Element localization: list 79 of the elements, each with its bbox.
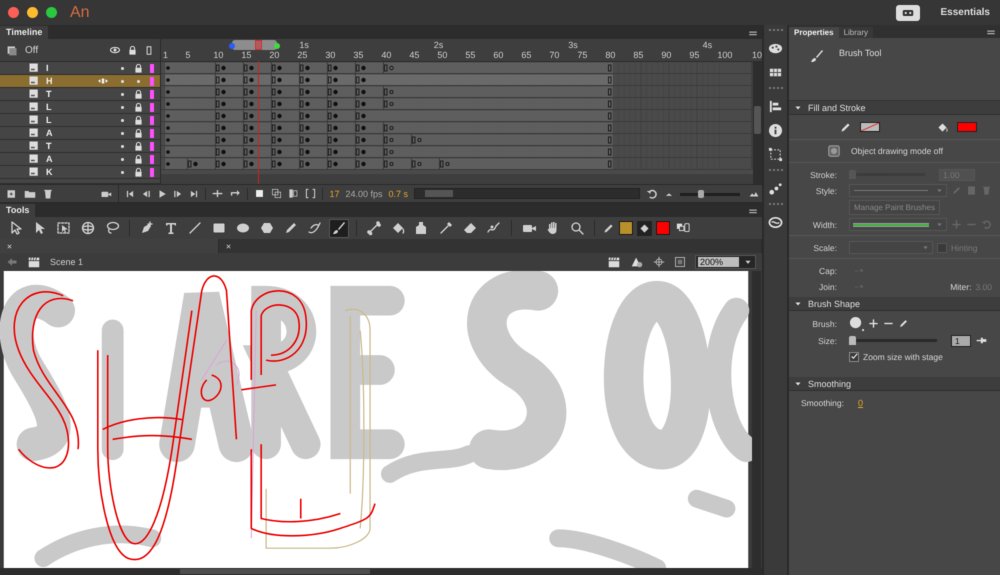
scale-label: Scale: xyxy=(812,242,837,252)
frame-number: 25 xyxy=(297,50,308,60)
smoothing-label: Smoothing: xyxy=(801,398,844,408)
layer-row[interactable]: I xyxy=(0,62,160,75)
frame-number: 90 xyxy=(661,50,672,60)
frame-number: 5 xyxy=(185,50,190,60)
frame-number: 60 xyxy=(493,50,504,60)
frame-number: 30 xyxy=(325,50,336,60)
stroke-label: Stroke: xyxy=(809,170,837,180)
zoom-size-label: Zoom size with stage xyxy=(863,352,943,362)
scene-name[interactable]: Scene 1 xyxy=(50,257,84,267)
current-frame[interactable]: 17 xyxy=(329,188,340,198)
frame-number: 65 xyxy=(521,50,532,60)
layer-row[interactable]: T xyxy=(0,88,160,101)
onion-skin-mode[interactable]: Off xyxy=(25,44,38,56)
object-drawing-label[interactable]: Object drawing mode off xyxy=(851,146,943,156)
frame-number: 1 xyxy=(163,50,168,60)
frame-number: 80 xyxy=(605,50,616,60)
frame-ruler[interactable]: 1s 2s 3s 4s 1 5 10 15 20 25 30 35 40 45 50 55 60 65 70 75 80 85 90 95 100 10 xyxy=(161,39,762,62)
layer-name: T xyxy=(46,141,52,151)
layer-name: H xyxy=(46,76,52,86)
layer-row[interactable]: L xyxy=(0,114,160,127)
size-field[interactable]: 1 xyxy=(951,334,971,346)
panel-tab[interactable]: Library xyxy=(838,27,874,38)
seconds-label: 3s xyxy=(568,40,578,50)
layer-name: I xyxy=(46,63,49,73)
frame-number: 75 xyxy=(577,50,588,60)
zoom-value: 200% xyxy=(698,257,739,267)
layer-name: A xyxy=(46,154,52,164)
layer-name: L xyxy=(46,115,52,125)
smoothing-value[interactable]: 0 xyxy=(858,398,864,408)
seconds-label: 2s xyxy=(434,40,444,50)
layer-row[interactable]: T xyxy=(0,140,160,153)
layer-row[interactable]: A xyxy=(0,127,160,140)
miter-label: Miter: xyxy=(950,282,972,292)
elapsed-time[interactable]: 0.7 s xyxy=(388,188,408,198)
brush-label: Brush: xyxy=(811,318,837,328)
zoom-dropdown[interactable]: 200% xyxy=(694,255,756,269)
frame-number: 55 xyxy=(465,50,476,60)
layer-name: T xyxy=(46,89,52,99)
frame-number: 85 xyxy=(633,50,644,60)
frame-number: 70 xyxy=(549,50,560,60)
frame-number: 50 xyxy=(437,50,448,60)
layer-row[interactable]: L xyxy=(0,101,160,114)
frame-number: 20 xyxy=(269,50,280,60)
frame-rate[interactable]: 24.00 fps xyxy=(345,188,382,198)
layer-row[interactable]: K xyxy=(0,166,160,179)
layer-row[interactable]: H xyxy=(0,75,160,88)
frame-number: 100 xyxy=(717,50,732,60)
tools-tab[interactable]: Tools xyxy=(0,204,36,217)
cap-label: Cap: xyxy=(818,266,837,276)
style-label: Style: xyxy=(814,186,837,196)
frame-number: 10 xyxy=(752,50,762,60)
section-header[interactable]: Fill and Stroke xyxy=(789,101,1000,115)
section-header[interactable]: Smoothing xyxy=(789,377,1000,391)
section-header[interactable]: Brush Shape xyxy=(789,297,1000,311)
layer-name: K xyxy=(46,167,52,177)
section-title: Brush Shape xyxy=(808,298,860,308)
frame-number: 15 xyxy=(241,50,252,60)
seconds-label: 1s xyxy=(299,40,309,50)
section-title: Smoothing xyxy=(808,378,852,388)
app-logo: An xyxy=(70,4,90,22)
size-label: Size: xyxy=(817,336,837,346)
frame-number: 35 xyxy=(353,50,364,60)
section-title: Fill and Stroke xyxy=(808,102,866,112)
frame-number: 45 xyxy=(409,50,420,60)
layer-name: A xyxy=(46,128,52,138)
timeline-tab[interactable]: Timeline xyxy=(0,26,48,39)
join-label: Join: xyxy=(818,282,837,292)
width-label: Width: xyxy=(812,220,837,230)
workspace-switcher[interactable]: Essentials xyxy=(940,7,990,18)
seconds-label: 4s xyxy=(702,40,712,50)
layer-name: L xyxy=(46,102,52,112)
frame-number: 40 xyxy=(381,50,392,60)
tool-name: Brush Tool xyxy=(839,48,882,58)
layer-row[interactable]: A xyxy=(0,153,160,166)
panel-tab[interactable]: Properties xyxy=(789,27,839,38)
frame-number: 10 xyxy=(213,50,224,60)
frame-number: 95 xyxy=(689,50,700,60)
